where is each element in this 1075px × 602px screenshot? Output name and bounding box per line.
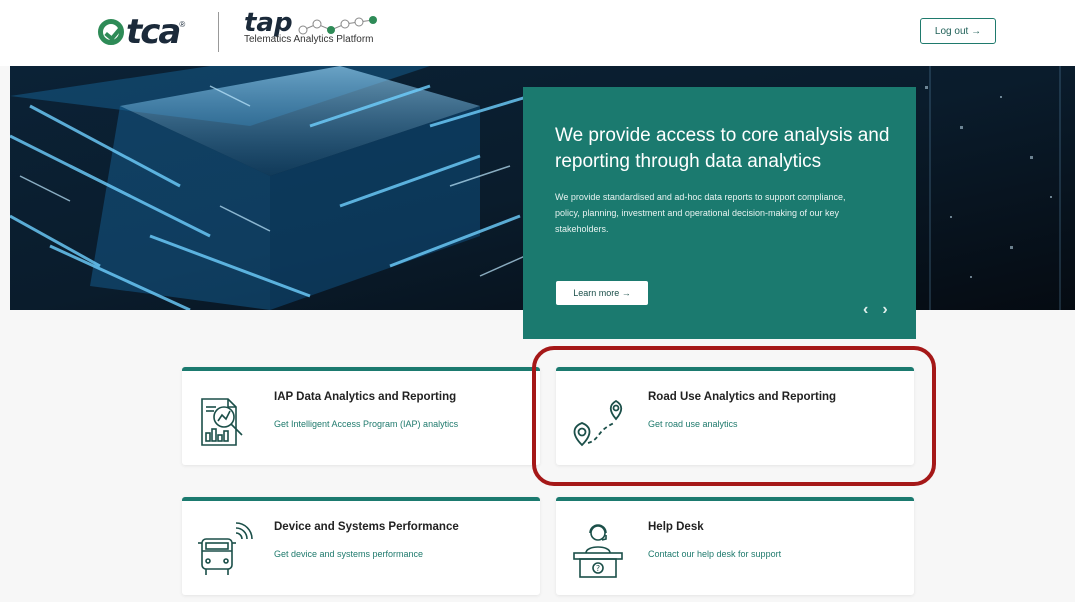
card-description[interactable]: Contact our help desk for support	[648, 549, 781, 559]
card-road-use-analytics[interactable]: Road Use Analytics and Reporting Get roa…	[556, 367, 914, 465]
report-magnifier-icon	[201, 398, 243, 446]
card-device-performance[interactable]: Device and Systems Performance Get devic…	[182, 497, 540, 595]
tca-logo[interactable]: tca ®	[98, 12, 185, 52]
registered-mark: ®	[179, 20, 186, 29]
top-header: tca ® tap Telematics Analytics Platform …	[0, 0, 1075, 66]
hero-text-panel: We provide access to core analysis and r…	[523, 87, 916, 339]
connected-bus-icon	[198, 522, 253, 575]
logout-button[interactable]: Log out →	[920, 18, 996, 44]
card-title: IAP Data Analytics and Reporting	[274, 391, 457, 403]
card-title: Road Use Analytics and Reporting	[648, 391, 837, 403]
hero-description: We provide standardised and ad-hoc data …	[555, 192, 846, 234]
logo-divider	[218, 12, 219, 52]
chevron-left-icon[interactable]: ‹	[863, 301, 868, 319]
help-desk-agent-icon: ?	[573, 524, 623, 578]
chevron-right-icon[interactable]: ›	[882, 301, 887, 319]
svg-text:?: ?	[596, 564, 600, 573]
map-route-icon	[573, 399, 623, 447]
card-title: Help Desk	[648, 521, 704, 533]
card-description[interactable]: Get Intelligent Access Program (IAP) ana…	[274, 419, 458, 429]
card-description[interactable]: Get road use analytics	[648, 419, 738, 429]
card-title: Device and Systems Performance	[274, 521, 459, 533]
tca-logo-text: tca	[126, 12, 181, 52]
hero-title: We provide access to core analysis and r…	[555, 125, 890, 172]
card-help-desk[interactable]: ? Help Desk Contact our help desk for su…	[556, 497, 914, 595]
learn-more-button[interactable]: Learn more →	[556, 281, 648, 305]
tap-logo[interactable]: tap Telematics Analytics Platform	[244, 8, 397, 45]
card-description[interactable]: Get device and systems performance	[274, 549, 423, 559]
checkmark-logo-icon	[98, 19, 124, 45]
card-iap-analytics[interactable]: IAP Data Analytics and Reporting Get Int…	[182, 367, 540, 465]
tap-nodes-icon	[298, 16, 378, 35]
carousel-controls: ‹ ›	[863, 301, 888, 319]
